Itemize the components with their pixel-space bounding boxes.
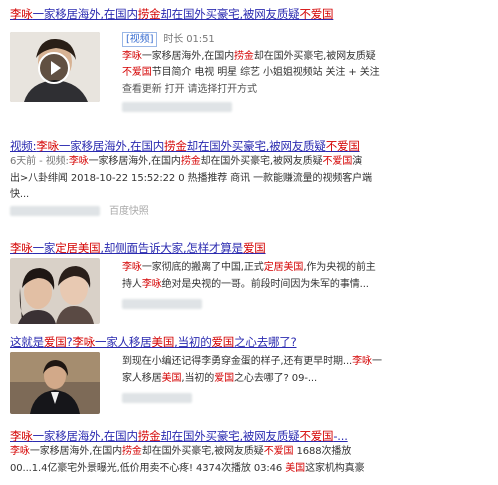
snippet-highlight: 不爱国 xyxy=(122,67,152,78)
snippet-text: 之心去哪了? 09-... xyxy=(234,372,318,384)
snippet-text: 查看更新 打开 请选择打开方式 xyxy=(122,83,257,95)
blurred-text xyxy=(10,205,100,216)
play-icon[interactable] xyxy=(38,52,70,84)
title-highlight: 李咏 xyxy=(10,241,33,255)
result-snippet: 到现在小编还记得李勇穿金蛋的样子,还有更早时期...李咏一 家人移居美国,当初的… xyxy=(122,354,492,408)
snippet-text: 却在国外买豪宅,被网友质疑 xyxy=(141,446,264,457)
snippet-text: 这家机构真豪 xyxy=(305,462,365,474)
snippet-text: ,作为央视的前主 xyxy=(303,262,376,273)
result-title-link[interactable]: 李咏一家移居海外,在国内捞金却在国外买豪宅,被网友质疑不爱国-... xyxy=(10,428,348,444)
result-snippet: 李咏一家彻底的搬离了中国,正式定居美国,作为央视的前主 持人李咏绝对是央视的一哥… xyxy=(122,260,492,314)
person-in-suit-image xyxy=(10,352,100,414)
snippet-date: 6天前 - 视频: xyxy=(10,156,69,167)
title-text: 一家人移居 xyxy=(95,335,152,349)
title-text: 一家移居海外,在国内 xyxy=(32,429,138,443)
snippet-text: 却在国外买豪宅,被网友质疑 xyxy=(200,156,323,167)
title-highlight: 不爱国 xyxy=(299,7,334,21)
title-text: -... xyxy=(333,429,348,443)
title-text: 却在国外买豪宅,被网友质疑 xyxy=(160,7,300,21)
result-snippet: 6天前 - 视频:李咏一家移居海外,在国内捞金却在国外买豪宅,被网友质疑不爱国演… xyxy=(10,154,492,220)
snippet-text: 一家彻底的搬离了中国,正式 xyxy=(141,262,264,273)
snippet-highlight: 不爱国 xyxy=(263,446,294,457)
snippet-text: 一家移居海外,在国内 xyxy=(29,446,122,457)
snippet-text: 出>八卦绯闻 2018-10-22 15:52:22 0 热播推荐 商讯 一款能… xyxy=(10,172,372,184)
two-people-image xyxy=(10,258,100,324)
snippet-text: 家人移居 xyxy=(122,372,162,384)
result-title-link[interactable]: 李咏一家定居美国,却侧面告诉大家,怎样才算是爱国 xyxy=(10,240,266,256)
title-text: 这就是 xyxy=(10,335,44,349)
snippet-text: 持人 xyxy=(122,278,142,290)
result-title-link[interactable]: 李咏一家移居海外,在国内捞金却在国外买豪宅,被网友质疑不爱国 xyxy=(10,6,334,22)
video-thumbnail[interactable] xyxy=(10,32,100,102)
result-title-link[interactable]: 视频:李咏一家移居海外,在国内捞金却在国外买豪宅,被网友质疑不爱国 xyxy=(10,138,360,154)
snippet-highlight: 美国 xyxy=(285,462,306,474)
title-text: 却在国外买豪宅,被网友质疑 xyxy=(186,139,326,153)
title-highlight: 不爱国 xyxy=(299,429,334,443)
snippet-text: 一家移居海外,在国内 xyxy=(88,156,181,167)
title-text: 视频: xyxy=(10,139,37,153)
title-highlight: 李咏 xyxy=(10,429,33,443)
snippet-highlight: 美国 xyxy=(161,372,182,384)
snippet-highlight: 爱国 xyxy=(214,372,235,384)
snippet-highlight: 李咏 xyxy=(68,156,89,167)
snippet-highlight: 李咏 xyxy=(352,356,372,367)
snippet-text: 却在国外买豪宅,被网友质疑 xyxy=(253,50,376,62)
title-text: ,却侧面告诉大家,怎样才算是 xyxy=(100,241,243,255)
snippet-highlight: 李咏 xyxy=(122,50,142,62)
title-highlight: 美国 xyxy=(151,335,175,349)
snippet-highlight: 李咏 xyxy=(10,446,30,457)
title-highlight: 李咏 xyxy=(36,139,59,153)
snippet-highlight: 李咏 xyxy=(122,262,142,273)
title-highlight: 李咏 xyxy=(72,335,96,349)
snippet-highlight: 捞金 xyxy=(234,50,254,62)
result-snippet: 李咏一家移居海外,在国内捞金却在国外买豪宅,被网友质疑不爱国 1688次播放 0… xyxy=(10,444,492,477)
blurred-text xyxy=(122,393,192,403)
snippet-text: 1688次播放 xyxy=(293,446,352,457)
title-text: 之心去哪了? xyxy=(234,335,297,349)
result-thumbnail[interactable] xyxy=(10,258,100,324)
result-title-link[interactable]: 这就是爱国?李咏一家人移居美国,当初的爱国之心去哪了? xyxy=(10,334,297,350)
title-highlight: 捞金 xyxy=(137,429,161,443)
title-text: 一家移居海外,在国内 xyxy=(32,7,138,21)
title-highlight: 李咏 xyxy=(10,7,33,21)
video-duration: 时长 01:51 xyxy=(163,34,215,45)
blurred-text xyxy=(122,299,202,309)
title-text: 却在国外买豪宅,被网友质疑 xyxy=(160,429,300,443)
snippet-highlight: 不爱国 xyxy=(322,156,353,167)
snippet-text: 到现在小编还记得李勇穿金蛋的样子,还有更早时期... xyxy=(122,356,353,367)
title-text: 一家移居海外,在国内 xyxy=(58,139,165,153)
title-highlight: 捞金 xyxy=(137,7,161,21)
snippet-text: 一家移居海外,在国内 xyxy=(141,50,234,62)
title-text: 一家 xyxy=(32,241,56,255)
title-highlight: 不爱国 xyxy=(325,139,360,153)
video-tag: [视频] xyxy=(122,32,158,47)
snippet-highlight: 李咏 xyxy=(141,278,162,290)
snippet-text: 快... xyxy=(10,189,30,200)
result-thumbnail[interactable] xyxy=(10,352,100,414)
title-highlight: 定居美国 xyxy=(55,241,101,255)
snippet-text: 00...1.4亿豪宅外景曝光,低价用卖不心疼! 4374次播放 03:46 xyxy=(10,462,286,474)
snippet-highlight: 捞金 xyxy=(122,446,142,457)
title-highlight: 爱国 xyxy=(211,335,235,349)
snippet-highlight: 定居美国 xyxy=(263,262,304,273)
cache-link[interactable]: 百度快照 xyxy=(109,206,149,217)
snippet-text: 一 xyxy=(371,356,382,367)
blurred-text xyxy=(122,102,232,112)
snippet-text: 绝对是央视的一哥。前段时间因为朱军的事情... xyxy=(161,278,369,290)
title-highlight: 爱国 xyxy=(43,335,67,349)
title-highlight: 爱国 xyxy=(242,241,266,255)
snippet-text: 节目简介 电视 明星 综艺 小姐姐视频站 关注 + 关注 xyxy=(151,67,380,78)
snippet-text: 演 xyxy=(352,156,363,167)
snippet-text: ,当初的 xyxy=(181,372,215,384)
result-snippet: [视频] 时长 01:51 李咏一家移居海外,在国内捞金却在国外买豪宅,被网友质疑… xyxy=(122,32,492,117)
snippet-highlight: 捞金 xyxy=(180,156,201,167)
title-highlight: 捞金 xyxy=(164,139,187,153)
title-text: ,当初的 xyxy=(174,335,212,349)
